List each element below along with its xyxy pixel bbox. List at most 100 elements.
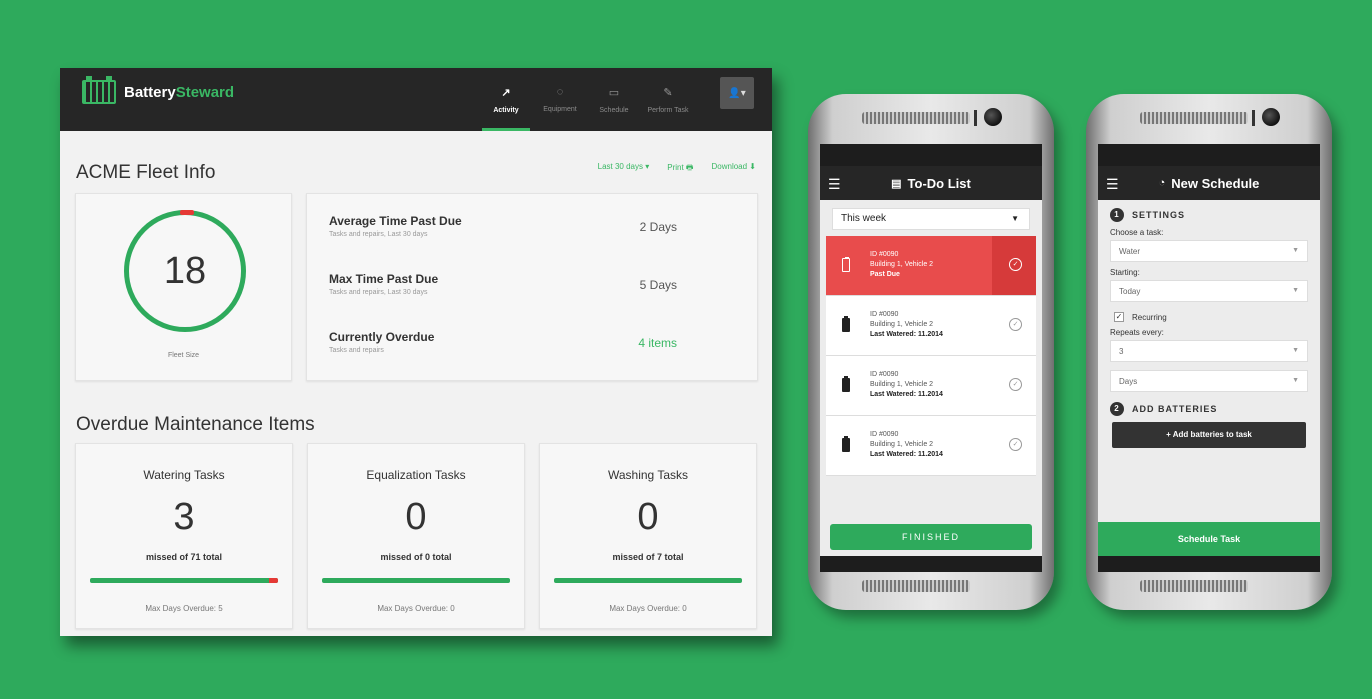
todo-status: Past Due	[870, 271, 900, 278]
repeat-count-select[interactable]: 3 ▼	[1110, 340, 1308, 362]
task-icon: ✎	[663, 86, 673, 99]
phone-speaker-bottom	[862, 580, 970, 592]
todo-item-past-due[interactable]: ID #0090 Building 1, Vehicle 2 Past Due …	[826, 236, 1036, 296]
select-value: 3	[1119, 347, 1124, 356]
task-title: Washing Tasks	[607, 468, 689, 482]
user-menu-button[interactable]: 👤▾	[720, 77, 754, 109]
chevron-down-icon: ▼	[1292, 247, 1299, 254]
hamburger-menu-icon[interactable]: ☰	[1106, 176, 1119, 193]
stat-currently-overdue: Currently Overdue Tasks and repairs 4 it…	[329, 330, 737, 370]
overdue-title: Overdue Maintenance Items	[76, 414, 315, 435]
phone-screen: ☰ ▤ To-Do List This week ▼ ID #0090 Buil…	[820, 144, 1042, 572]
chevron-down-icon: ▼	[1011, 214, 1019, 223]
stat-value: 2 Days	[639, 220, 677, 234]
section-label: ADD BATTERIES	[1132, 404, 1218, 414]
todo-details: ID #0090 Building 1, Vehicle 2 Last Wate…	[870, 430, 943, 460]
todo-screen: ☰ ▤ To-Do List This week ▼ ID #0090 Buil…	[820, 166, 1042, 556]
recurring-label: Recurring	[1132, 312, 1167, 322]
section-label: SETTINGS	[1132, 210, 1186, 220]
task-missed-count: 0	[405, 496, 427, 538]
todo-item[interactable]: ID #0090 Building 1, Vehicle 2 Last Wate…	[826, 356, 1036, 416]
todo-title: To-Do List	[907, 175, 971, 191]
finished-button[interactable]: FINISHED	[830, 524, 1032, 550]
task-progress-bar	[90, 578, 278, 583]
date-range-dropdown[interactable]: Last 30 days ▾	[598, 162, 650, 176]
battery-icon	[842, 436, 850, 452]
repeats-label: Repeats every:	[1110, 328, 1164, 337]
phone-speaker-bottom	[1140, 580, 1248, 592]
task-select[interactable]: Water ▼	[1110, 240, 1308, 262]
fleet-size-card: 18 Fleet Size	[75, 193, 292, 381]
todo-id: ID #0090	[870, 251, 899, 258]
todo-last-watered: Last Watered: 11.2014	[870, 391, 943, 398]
select-value: Today	[1119, 287, 1141, 296]
todo-item[interactable]: ID #0090 Building 1, Vehicle 2 Last Wate…	[826, 296, 1036, 356]
fleet-size-value: 18	[163, 250, 207, 292]
task-progress-missed	[269, 578, 278, 583]
check-circle-icon[interactable]: ✓	[1009, 258, 1022, 271]
filter-value: This week	[841, 213, 887, 224]
nav-label: Schedule	[599, 106, 629, 114]
calendar-icon: ▭	[608, 86, 620, 99]
fleet-size-label: Fleet Size	[167, 352, 200, 359]
repeat-unit-select[interactable]: Days ▼	[1110, 370, 1308, 392]
add-batteries-button[interactable]: + Add batteries to task	[1112, 422, 1306, 448]
clock-icon: ◔	[1158, 177, 1166, 189]
phone-screen: ☰ ◔ New Schedule 1 SETTINGS Choose a tas…	[1098, 144, 1320, 572]
todo-location: Building 1, Vehicle 2	[870, 441, 934, 448]
select-value: Water	[1119, 247, 1141, 256]
choose-task-label: Choose a task:	[1110, 228, 1164, 237]
download-button[interactable]: Download ⬇	[711, 162, 756, 176]
todo-header: ☰ ▤ To-Do List	[820, 166, 1042, 200]
recurring-checkbox[interactable]: ✓	[1114, 312, 1124, 322]
task-missed-text: missed of 0 total	[380, 552, 452, 562]
list-icon: ▤	[891, 177, 902, 190]
battery-logo-icon	[82, 76, 116, 104]
recurring-checkbox-row[interactable]: ✓ Recurring	[1114, 312, 1304, 322]
schedule-screen: ☰ ◔ New Schedule 1 SETTINGS Choose a tas…	[1098, 166, 1320, 556]
starting-label: Starting:	[1110, 268, 1140, 277]
todo-item[interactable]: ID #0090 Building 1, Vehicle 2 Last Wate…	[826, 416, 1036, 476]
todo-location: Building 1, Vehicle 2	[870, 261, 934, 268]
phone-speaker	[1140, 112, 1248, 124]
schedule-task-button[interactable]: Schedule Task	[1098, 522, 1320, 556]
nav-schedule[interactable]: ▭ Schedule	[588, 68, 640, 131]
report-toolbar: Last 30 days ▾ Print 🖶 Download ⬇	[598, 162, 756, 176]
chevron-down-icon: ▼	[1292, 287, 1299, 294]
print-button[interactable]: Print 🖶	[667, 162, 693, 176]
task-missed-count: 0	[637, 496, 659, 538]
brand-logo[interactable]: BatterySteward	[82, 76, 234, 104]
stat-avg-past-due: Average Time Past Due Tasks and repairs,…	[329, 214, 737, 254]
stat-value: 5 Days	[639, 278, 677, 292]
hamburger-menu-icon[interactable]: ☰	[828, 176, 841, 193]
nav-label: Activity	[493, 106, 519, 114]
starting-select[interactable]: Today ▼	[1110, 280, 1308, 302]
nav-equipment[interactable]: ◌ Equipment	[534, 68, 586, 131]
todo-id: ID #0090	[870, 311, 899, 318]
nav-perform-task[interactable]: ✎ Perform Task	[642, 68, 694, 131]
todo-details: ID #0090 Building 1, Vehicle 2 Last Wate…	[870, 370, 943, 400]
equipment-icon: ◌	[556, 86, 564, 98]
todo-details: ID #0090 Building 1, Vehicle 2 Last Wate…	[870, 310, 943, 340]
due-stats-card: Average Time Past Due Tasks and repairs,…	[306, 193, 758, 381]
check-circle-icon[interactable]: ✓	[1009, 378, 1022, 391]
chevron-down-icon: ▼	[1292, 347, 1299, 354]
task-title: Equalization Tasks	[366, 468, 466, 482]
check-circle-icon[interactable]: ✓	[1009, 318, 1022, 331]
task-progress-bar	[322, 578, 510, 583]
top-navbar: BatterySteward ↗ Activity ◌ Equipment ▭ …	[60, 68, 772, 131]
chevron-down-icon: ▼	[1292, 377, 1299, 384]
fleet-info-title: ACME Fleet Info	[76, 162, 216, 183]
nav-activity[interactable]: ↗ Activity	[480, 68, 532, 131]
washing-tasks-card: Washing Tasks 0 missed of 7 total Max Da…	[539, 443, 757, 629]
settings-section-header: 1 SETTINGS	[1110, 208, 1308, 222]
overdue-items-link[interactable]: 4 items	[638, 336, 677, 350]
task-max-days: Max Days Overdue: 5	[145, 604, 223, 613]
phone-sensor	[1252, 110, 1255, 126]
week-filter-dropdown[interactable]: This week ▼	[832, 208, 1030, 230]
todo-details: ID #0090 Building 1, Vehicle 2 Past Due	[870, 250, 933, 280]
select-value: Days	[1119, 377, 1138, 386]
activity-icon: ↗	[501, 86, 511, 99]
check-circle-icon[interactable]: ✓	[1009, 438, 1022, 451]
todo-last-watered: Last Watered: 11.2014	[870, 451, 943, 458]
